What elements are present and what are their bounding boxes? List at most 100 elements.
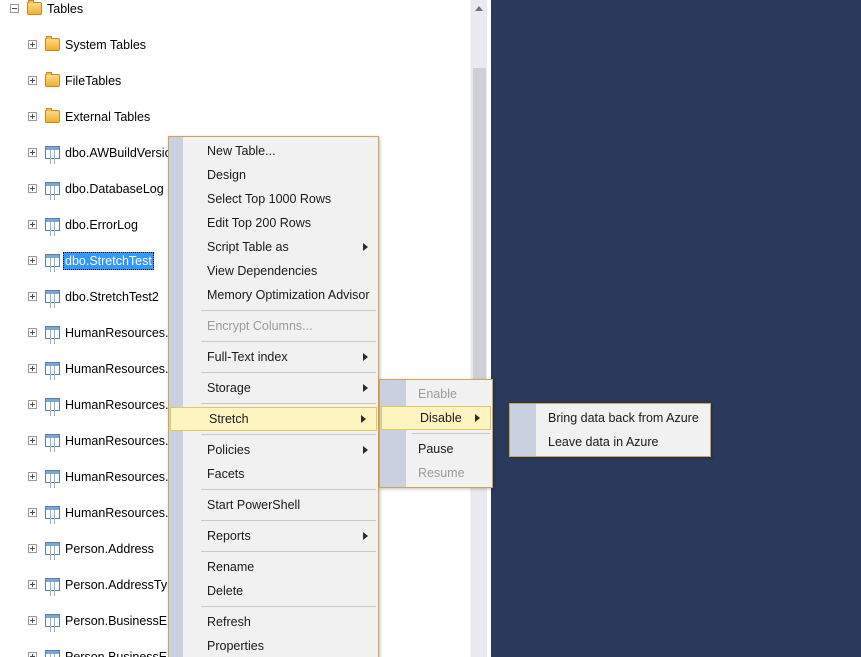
menu-item-label: Resume	[418, 466, 465, 480]
expand-icon[interactable]	[28, 328, 37, 337]
menu-item[interactable]: Bring data back from Azure	[510, 406, 710, 430]
menu-item-label: Policies	[207, 443, 251, 457]
table-icon	[45, 506, 60, 519]
menu-item-label: Design	[207, 168, 246, 182]
menu-separator	[201, 341, 376, 342]
menu-item[interactable]: Disable	[381, 406, 491, 430]
expand-icon[interactable]	[28, 580, 37, 589]
tree-item-label: Person.Address	[65, 542, 154, 556]
menu-item[interactable]: Delete	[169, 579, 378, 603]
menu-separator	[201, 310, 376, 311]
tree-item-label: Person.AddressType	[65, 578, 182, 592]
expand-icon[interactable]	[28, 112, 37, 121]
tree-item[interactable]: Tables	[0, 0, 470, 18]
menu-item-label: Reports	[207, 529, 251, 543]
tree-item[interactable]: FileTables	[0, 72, 470, 90]
tree-item[interactable]: External Tables	[0, 108, 470, 126]
menu-item[interactable]: Memory Optimization Advisor	[169, 283, 378, 307]
app-window: Tables System Tables FileTables External Ta…	[0, 0, 861, 657]
tree-item-label: dbo.StretchTest2	[65, 290, 159, 304]
menu-item-label: Encrypt Columns...	[207, 319, 313, 333]
expand-icon[interactable]	[28, 292, 37, 301]
tree-item[interactable]: System Tables	[0, 36, 470, 54]
menu-item[interactable]: Script Table as	[169, 235, 378, 259]
expand-icon[interactable]	[28, 436, 37, 445]
expand-icon[interactable]	[28, 220, 37, 229]
menu-item-label: Storage	[207, 381, 251, 395]
menu-item-label: Facets	[207, 467, 245, 481]
menu-item-label: Refresh	[207, 615, 251, 629]
menu-item: Enable	[380, 382, 492, 406]
menu-item-label: Leave data in Azure	[548, 435, 659, 449]
expand-icon[interactable]	[28, 400, 37, 409]
menu-item[interactable]: Pause	[380, 437, 492, 461]
table-icon	[45, 614, 60, 627]
menu-item[interactable]: Start PowerShell	[169, 493, 378, 517]
menu-item[interactable]: Stretch	[170, 407, 377, 431]
menu-item[interactable]: View Dependencies	[169, 259, 378, 283]
expand-icon[interactable]	[28, 256, 37, 265]
tree-item-label: dbo.StretchTest	[63, 252, 154, 270]
collapse-icon[interactable]	[10, 4, 19, 13]
table-icon	[45, 146, 60, 159]
menu-item[interactable]: Rename	[169, 555, 378, 579]
menu-item[interactable]: Refresh	[169, 610, 378, 634]
expand-icon[interactable]	[28, 364, 37, 373]
expand-icon[interactable]	[28, 508, 37, 517]
menu-item-label: New Table...	[207, 144, 276, 158]
menu-item[interactable]: Full-Text index	[169, 345, 378, 369]
menu-item[interactable]: New Table...	[169, 139, 378, 163]
menu-item[interactable]: Leave data in Azure	[510, 430, 710, 454]
tree-item-label: FileTables	[65, 74, 122, 88]
chevron-right-icon	[363, 532, 368, 540]
menu-item[interactable]: Properties	[169, 634, 378, 657]
table-icon	[45, 398, 60, 411]
disable-items-container: Bring data back from Azure Leave data in …	[510, 404, 710, 456]
menu-item-label: View Dependencies	[207, 264, 318, 278]
menu-item: Resume	[380, 461, 492, 485]
chevron-right-icon	[363, 446, 368, 454]
table-context-menu[interactable]: New Table... Design Select Top 1000 Rows Ed…	[168, 136, 379, 657]
stretch-submenu[interactable]: Enable Disable Pause Resume	[379, 379, 493, 488]
tree-item-label: Tables	[47, 2, 84, 16]
chevron-right-icon	[475, 414, 480, 422]
tree-item-label: dbo.DatabaseLog	[65, 182, 164, 196]
scrollbar-thumb[interactable]	[473, 68, 486, 400]
expand-icon[interactable]	[28, 472, 37, 481]
chevron-right-icon	[363, 384, 368, 392]
menu-separator	[412, 433, 490, 434]
disable-submenu[interactable]: Bring data back from Azure Leave data in …	[509, 403, 711, 457]
menu-item[interactable]: Storage	[169, 376, 378, 400]
menu-item-label: Full-Text index	[207, 350, 288, 364]
menu-item[interactable]: Policies	[169, 438, 378, 462]
menu-item[interactable]: Reports	[169, 524, 378, 548]
expand-icon[interactable]	[28, 616, 37, 625]
menu-item-label: Stretch	[209, 412, 249, 426]
expand-icon[interactable]	[28, 40, 37, 49]
expand-icon[interactable]	[28, 184, 37, 193]
tree-vertical-scrollbar[interactable]	[470, 0, 488, 657]
table-icon	[45, 542, 60, 555]
expand-icon[interactable]	[28, 652, 37, 657]
menu-item-label: Rename	[207, 560, 255, 574]
scroll-up-arrow-icon[interactable]	[471, 0, 488, 17]
menu-item[interactable]: Edit Top 200 Rows	[169, 211, 378, 235]
menu-item[interactable]: Facets	[169, 462, 378, 486]
menu-separator	[201, 489, 376, 490]
menu-item[interactable]: Design	[169, 163, 378, 187]
table-icon	[45, 650, 60, 657]
menu-item-label: Memory Optimization Advisor	[207, 288, 370, 302]
menu-item[interactable]: Select Top 1000 Rows	[169, 187, 378, 211]
expand-icon[interactable]	[28, 76, 37, 85]
tree-item-label: External Tables	[65, 110, 151, 124]
expand-icon[interactable]	[28, 148, 37, 157]
menu-separator	[201, 520, 376, 521]
menu-items-container: New Table... Design Select Top 1000 Rows Ed…	[169, 137, 378, 657]
expand-icon[interactable]	[28, 544, 37, 553]
menu-separator	[201, 551, 376, 552]
table-icon	[45, 182, 60, 195]
menu-separator	[201, 372, 376, 373]
folder-icon	[45, 72, 60, 87]
table-icon	[45, 254, 60, 267]
menu-item-label: Disable	[420, 411, 462, 425]
